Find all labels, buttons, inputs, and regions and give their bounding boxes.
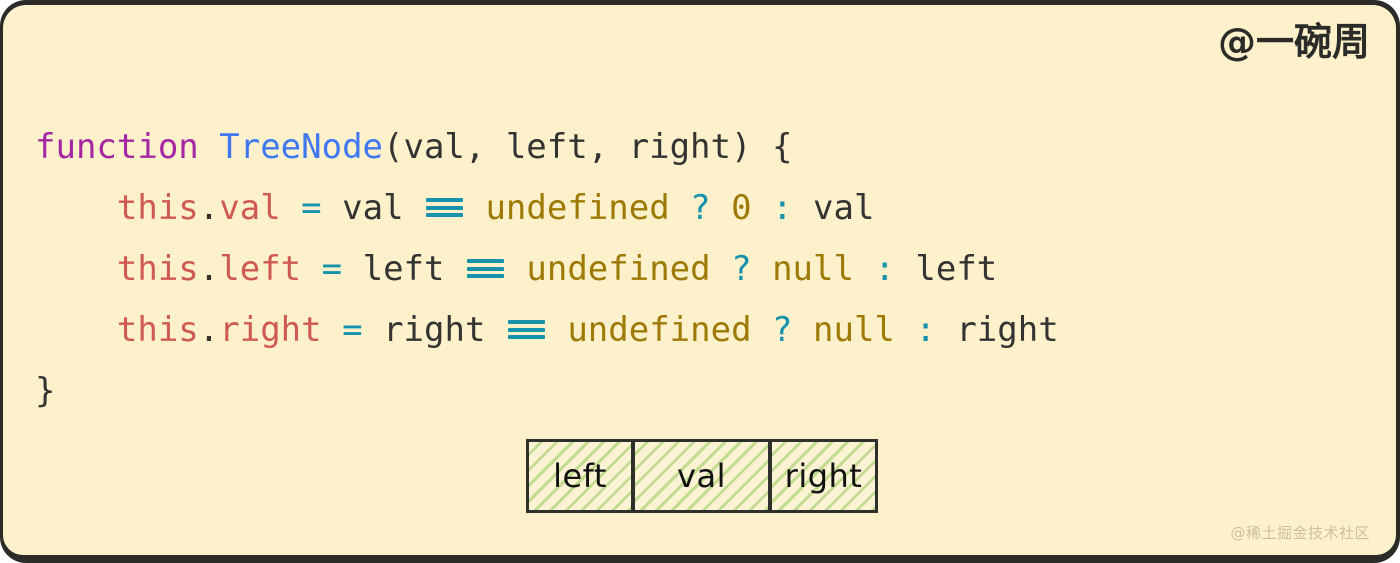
strict-equality-operator	[506, 315, 547, 349]
node-cell-right: right	[770, 439, 878, 513]
code-token-literal: undefined	[567, 310, 752, 350]
code-token-plain: left	[894, 249, 998, 289]
code-token-property: left	[219, 249, 302, 289]
code-token-literal: null	[813, 310, 895, 350]
node-cell-val: val	[633, 439, 771, 513]
code-card-frame: @一碗周 function TreeNode(val, left, right)…	[0, 0, 1400, 563]
code-token-plain: .	[198, 188, 220, 228]
code-token-operator: ?	[731, 249, 752, 289]
strict-equality-operator	[424, 193, 465, 227]
code-token-plain: val	[792, 188, 875, 228]
code-token-plain: .	[198, 310, 220, 350]
code-token-operator: :	[874, 249, 895, 289]
code-block: function TreeNode(val, left, right) { th…	[35, 117, 1059, 422]
code-token-plain: .	[198, 249, 220, 289]
code-token-plain: right	[935, 310, 1059, 350]
code-token-operator: ?	[690, 188, 711, 228]
code-token-literal: 0	[731, 188, 752, 228]
code-token-operator: :	[772, 188, 793, 228]
code-token-plain: left	[342, 249, 465, 289]
code-line: }	[35, 361, 1059, 422]
code-line: this.val = val undefined ? 0 : val	[35, 178, 1059, 239]
strict-equality-operator	[465, 254, 506, 288]
code-token-plain: }	[35, 371, 56, 411]
tree-node-struct-diagram: left val right	[526, 439, 878, 513]
code-token-plain: val	[321, 188, 425, 228]
code-token-literal: undefined	[526, 249, 711, 289]
code-token-keyword: function	[35, 127, 199, 167]
code-token-literal: undefined	[485, 188, 670, 228]
code-token-operator: =	[321, 249, 343, 289]
site-watermark: @稀土掘金技术社区	[1230, 524, 1370, 542]
code-token-operator: =	[342, 310, 363, 350]
code-line: function TreeNode(val, left, right) {	[35, 117, 1059, 178]
code-token-literal: null	[772, 249, 854, 289]
code-token-property: this	[116, 188, 199, 228]
code-token-operator: ?	[772, 310, 793, 350]
code-card-surface: @一碗周 function TreeNode(val, left, right)…	[3, 5, 1396, 555]
code-token-property: right	[219, 310, 322, 350]
node-cell-label: right	[784, 457, 863, 495]
node-cell-left: left	[526, 439, 634, 513]
code-token-property: this	[116, 249, 199, 289]
code-token-function_name: TreeNode	[219, 127, 384, 167]
node-cell-label: val	[677, 457, 726, 495]
code-token-operator: :	[915, 310, 936, 350]
code-token-operator: =	[301, 188, 322, 228]
code-token-property: val	[219, 188, 281, 228]
code-token-property: this	[116, 310, 199, 350]
node-cell-label: left	[553, 457, 607, 495]
code-token-plain: (val, left, right) {	[383, 127, 793, 167]
code-line: this.right = right undefined ? null : ri…	[35, 300, 1059, 361]
author-watermark: @一碗周	[1217, 20, 1370, 64]
code-line: this.left = left undefined ? null : left	[35, 239, 1059, 300]
code-token-plain: right	[362, 310, 506, 350]
